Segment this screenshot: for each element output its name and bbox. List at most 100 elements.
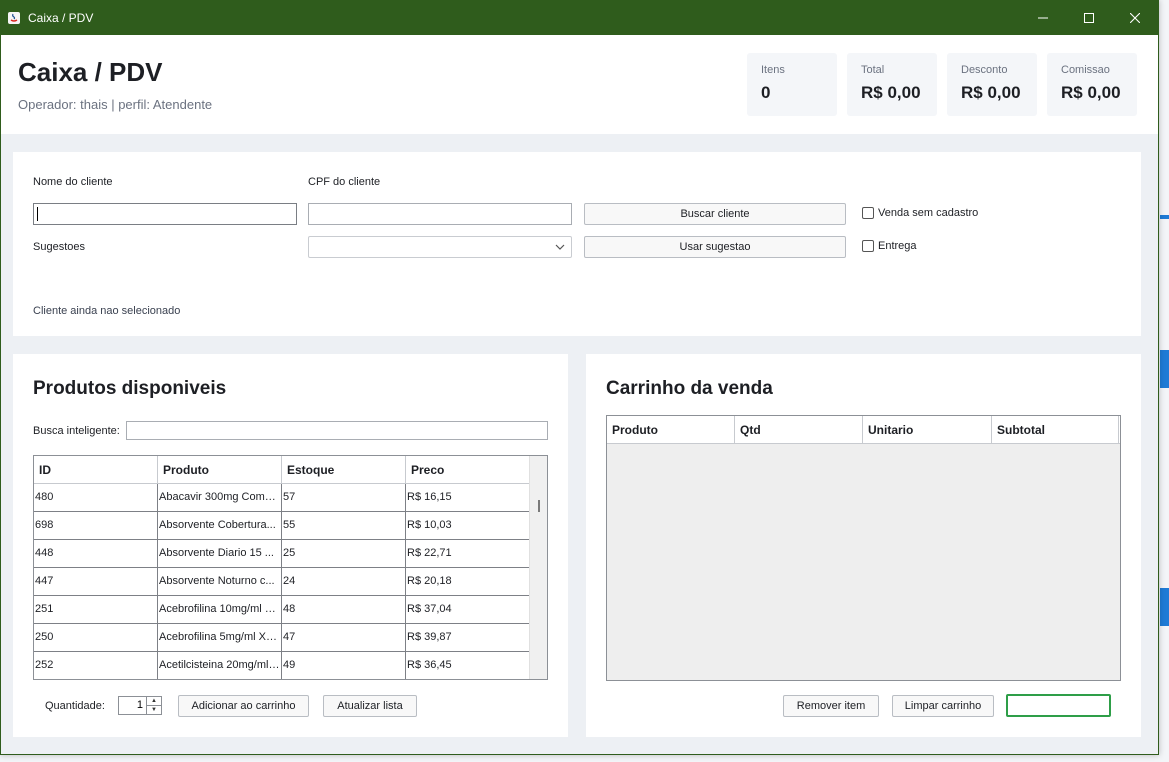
customer-cpf-label: CPF do cliente xyxy=(308,176,381,188)
column-header-preco[interactable]: Preco xyxy=(406,456,530,483)
table-row[interactable]: 448 Absorvente Diario 15 ... 25 R$ 22,71 xyxy=(34,540,547,568)
cell-produto: Abacavir 300mg Comp... xyxy=(158,484,282,511)
chevron-down-icon xyxy=(555,244,565,250)
no-registration-checkbox[interactable]: Venda sem cadastro xyxy=(862,207,978,219)
maximize-icon xyxy=(1084,13,1094,23)
java-app-icon xyxy=(6,10,22,26)
cell-preco: R$ 22,71 xyxy=(406,540,530,567)
table-row[interactable]: 250 Acebrofilina 5mg/ml Xa... 47 R$ 39,8… xyxy=(34,624,547,652)
table-row[interactable]: 251 Acebrofilina 10mg/ml X... 48 R$ 37,0… xyxy=(34,596,547,624)
cell-estoque: 49 xyxy=(282,652,406,679)
smart-search-label: Busca inteligente: xyxy=(33,425,120,437)
column-header-id[interactable]: ID xyxy=(34,456,158,483)
refresh-list-button[interactable]: Atualizar lista xyxy=(323,695,417,717)
no-registration-label: Venda sem cadastro xyxy=(878,207,979,219)
cell-produto: Absorvente Cobertura... xyxy=(158,512,282,539)
delivery-checkbox[interactable]: Entrega xyxy=(862,240,917,252)
search-customer-button[interactable]: Buscar cliente xyxy=(584,203,846,225)
quantity-stepper[interactable]: 1 ▲ ▼ xyxy=(118,696,162,715)
cell-estoque: 48 xyxy=(282,596,406,623)
column-header-unitario[interactable]: Unitario xyxy=(863,416,992,443)
cell-estoque: 24 xyxy=(282,568,406,595)
title-bar[interactable]: Caixa / PDV xyxy=(1,1,1158,35)
cell-preco: R$ 20,18 xyxy=(406,568,530,595)
quantity-label: Quantidade: xyxy=(45,700,105,712)
cart-title: Carrinho da venda xyxy=(606,378,773,399)
clear-cart-button[interactable]: Limpar carrinho xyxy=(892,695,994,717)
cell-estoque: 57 xyxy=(282,484,406,511)
table-header: Produto Qtd Unitario Subtotal xyxy=(607,416,1120,444)
suggestions-dropdown[interactable] xyxy=(308,236,572,258)
page-header: Caixa / PDV Operador: thais | perfil: At… xyxy=(1,35,1158,134)
stepper-up-icon[interactable]: ▲ xyxy=(147,697,161,706)
column-header-qtd[interactable]: Qtd xyxy=(735,416,863,443)
cart-panel: Carrinho da venda Produto Qtd Unitario S… xyxy=(586,354,1141,737)
background-accent-strip xyxy=(1160,588,1169,626)
cart-table[interactable]: Produto Qtd Unitario Subtotal xyxy=(606,415,1121,681)
stat-value: 0 xyxy=(761,83,771,102)
background-accent-strip xyxy=(1160,215,1169,219)
remove-item-button[interactable]: Remover item xyxy=(783,695,879,717)
products-title: Produtos disponiveis xyxy=(33,378,227,399)
cell-id: 251 xyxy=(34,596,158,623)
cell-preco: R$ 37,04 xyxy=(406,596,530,623)
column-header-produto[interactable]: Produto xyxy=(158,456,282,483)
stat-label: Comissao xyxy=(1061,64,1110,76)
table-row[interactable]: 698 Absorvente Cobertura... 55 R$ 10,03 xyxy=(34,512,547,540)
use-suggestion-button[interactable]: Usar sugestao xyxy=(584,236,846,258)
add-to-cart-button[interactable]: Adicionar ao carrinho xyxy=(178,695,309,717)
minimize-icon xyxy=(1038,17,1048,19)
smart-search-input[interactable] xyxy=(126,421,548,440)
customer-name-input[interactable] xyxy=(33,203,297,225)
finalize-sale-button[interactable] xyxy=(1006,694,1111,717)
customer-status: Cliente ainda nao selecionado xyxy=(33,305,181,317)
stepper-down-icon[interactable]: ▼ xyxy=(147,706,161,714)
customer-cpf-input[interactable] xyxy=(308,203,572,225)
stat-card-total: Total R$ 0,00 xyxy=(847,53,937,116)
cell-id: 698 xyxy=(34,512,158,539)
cell-estoque: 25 xyxy=(282,540,406,567)
cell-id: 252 xyxy=(34,652,158,679)
products-table[interactable]: ID Produto Estoque Preco 480 Abacavir 30… xyxy=(33,455,548,680)
cell-estoque: 47 xyxy=(282,624,406,651)
stepper-buttons: ▲ ▼ xyxy=(146,697,161,714)
column-header-produto[interactable]: Produto xyxy=(607,416,735,443)
quantity-value: 1 xyxy=(136,699,143,711)
stat-label: Itens xyxy=(761,64,785,76)
stat-value: R$ 0,00 xyxy=(961,83,1021,102)
checkbox-box[interactable] xyxy=(862,207,874,219)
stat-label: Desconto xyxy=(961,64,1008,76)
minimize-button[interactable] xyxy=(1020,1,1066,35)
maximize-button[interactable] xyxy=(1066,1,1112,35)
close-icon xyxy=(1130,13,1140,23)
cell-preco: R$ 39,87 xyxy=(406,624,530,651)
customer-name-label: Nome do cliente xyxy=(33,176,113,188)
text-caret xyxy=(37,207,38,221)
column-header-estoque[interactable]: Estoque xyxy=(282,456,406,483)
scrollbar-thumb[interactable] xyxy=(538,500,540,512)
cell-id: 250 xyxy=(34,624,158,651)
cell-id: 480 xyxy=(34,484,158,511)
cell-produto: Acebrofilina 10mg/ml X... xyxy=(158,596,282,623)
cell-id: 448 xyxy=(34,540,158,567)
table-row[interactable]: 480 Abacavir 300mg Comp... 57 R$ 16,15 xyxy=(34,484,547,512)
close-button[interactable] xyxy=(1112,1,1158,35)
cell-preco: R$ 16,15 xyxy=(406,484,530,511)
page-title: Caixa / PDV xyxy=(18,57,163,87)
stat-label: Total xyxy=(861,64,885,76)
stat-value: R$ 0,00 xyxy=(1061,83,1121,102)
cell-produto: Absorvente Diario 15 ... xyxy=(158,540,282,567)
products-panel: Produtos disponiveis Busca inteligente: … xyxy=(13,354,568,737)
customer-panel: Nome do cliente CPF do cliente Buscar cl… xyxy=(13,152,1141,336)
checkbox-box[interactable] xyxy=(862,240,874,252)
operator-info: Operador: thais | perfil: Atendente xyxy=(18,97,213,112)
table-scrollbar[interactable] xyxy=(529,456,547,679)
cell-produto: Acetilcisteina 20mg/ml ... xyxy=(158,652,282,679)
stat-card-discount: Desconto R$ 0,00 xyxy=(947,53,1037,116)
column-header-subtotal[interactable]: Subtotal xyxy=(992,416,1119,443)
cell-preco: R$ 36,45 xyxy=(406,652,530,679)
table-header: ID Produto Estoque Preco xyxy=(34,456,547,484)
cell-preco: R$ 10,03 xyxy=(406,512,530,539)
table-row[interactable]: 252 Acetilcisteina 20mg/ml ... 49 R$ 36,… xyxy=(34,652,547,679)
table-row[interactable]: 447 Absorvente Noturno c... 24 R$ 20,18 xyxy=(34,568,547,596)
